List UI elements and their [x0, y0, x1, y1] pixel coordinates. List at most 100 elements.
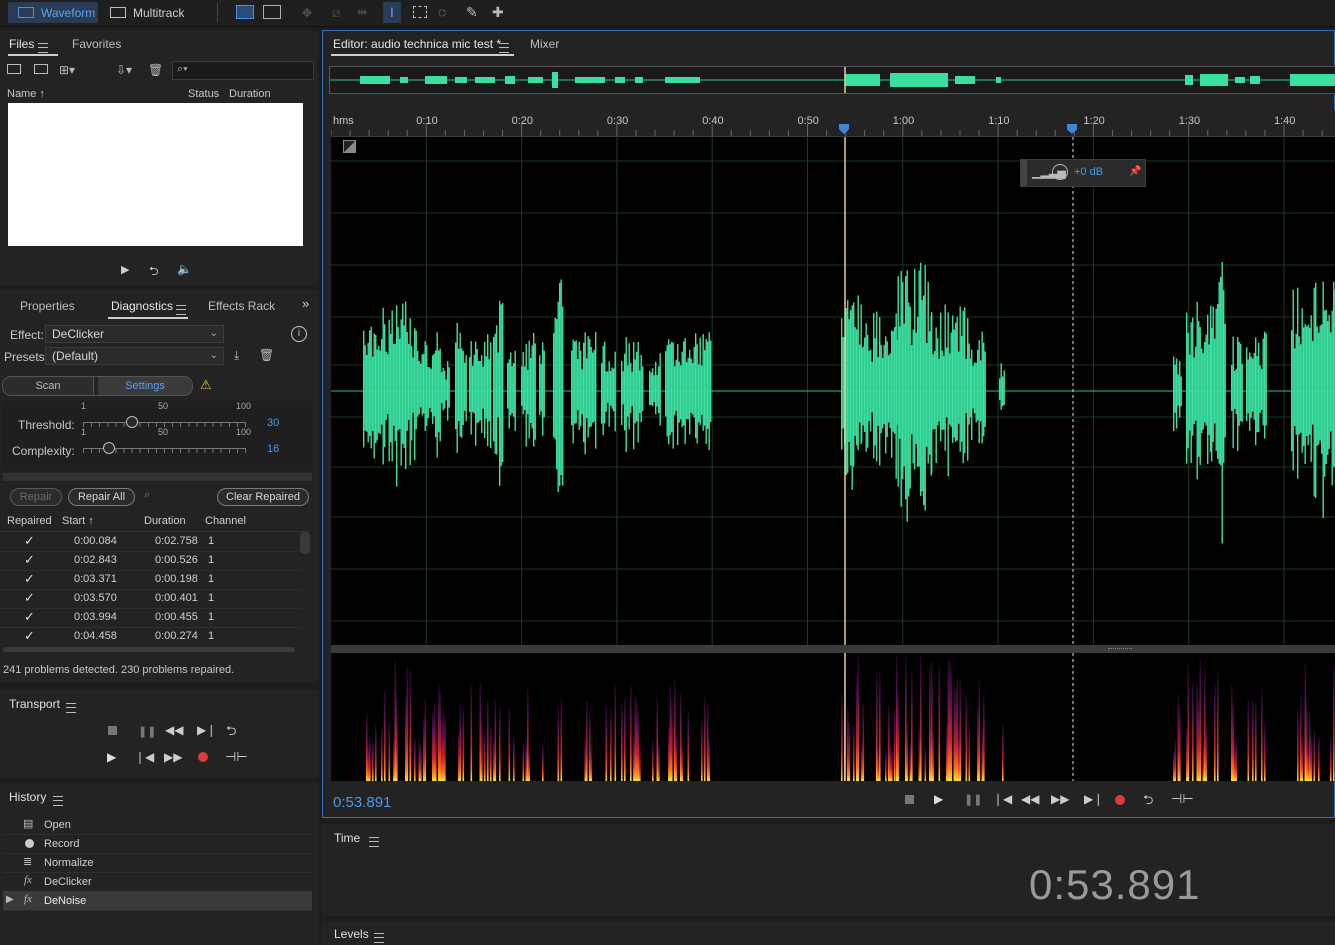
pin-icon[interactable]: 📌: [1129, 166, 1141, 177]
transport-menu-icon[interactable]: [66, 702, 76, 713]
spot-healing-brush-icon[interactable]: ✚: [492, 4, 504, 21]
skip-selection-icon[interactable]: ⊣⊢: [1171, 791, 1194, 807]
spectral-frequency-display-icon[interactable]: [236, 5, 254, 19]
threshold-value[interactable]: 30: [267, 417, 279, 429]
slip-tool-icon[interactable]: ⇹: [357, 5, 367, 19]
column-duration[interactable]: Duration: [229, 88, 271, 100]
view-splitter[interactable]: [331, 645, 1335, 653]
play-icon[interactable]: ▶: [107, 750, 116, 764]
skip-selection-icon[interactable]: ⊣⊢: [225, 749, 248, 765]
column-repaired[interactable]: Repaired: [7, 515, 52, 527]
diagnostics-menu-icon[interactable]: [176, 304, 186, 315]
history-item-normalize[interactable]: ≣ Normalize: [3, 853, 312, 873]
files-search-input[interactable]: ⌕▾: [172, 61, 314, 80]
tab-favorites[interactable]: Favorites: [72, 37, 121, 51]
multitrack-view-button[interactable]: Multitrack: [104, 2, 194, 23]
play-icon[interactable]: ▶: [934, 792, 943, 806]
table-row[interactable]: ✓ 0:03.371 0:00.198 1: [0, 570, 302, 590]
complexity-value[interactable]: 16: [267, 443, 279, 455]
history-item-open[interactable]: ▤ Open: [3, 815, 312, 835]
record-icon[interactable]: [198, 752, 208, 762]
column-status[interactable]: Status: [188, 88, 219, 100]
table-row[interactable]: ✓ 0:00.084 0:02.758 1: [0, 532, 302, 552]
play-preview-icon[interactable]: ▶: [121, 263, 129, 276]
pause-icon[interactable]: ❚❚: [138, 725, 156, 738]
tab-properties[interactable]: Properties: [20, 299, 75, 313]
tab-diagnostics[interactable]: Diagnostics: [111, 299, 173, 313]
spectral-display[interactable]: [331, 653, 1335, 781]
info-icon[interactable]: i: [291, 326, 307, 342]
gain-value[interactable]: +0 dB: [1074, 166, 1103, 178]
waveform-view-button[interactable]: Waveform: [8, 2, 98, 23]
column-name[interactable]: Name ↑: [7, 88, 45, 100]
files-menu-icon[interactable]: [38, 42, 48, 53]
marquee-selection-tool-icon[interactable]: [413, 6, 427, 18]
column-channel[interactable]: Channel: [205, 515, 246, 527]
skip-to-start-icon[interactable]: ❘◀: [135, 750, 154, 764]
skip-to-end-icon[interactable]: ▶❘: [1084, 792, 1103, 806]
clear-repaired-button[interactable]: Clear Repaired: [217, 488, 309, 506]
settings-button[interactable]: Settings: [98, 377, 192, 395]
loop-icon[interactable]: ⮌: [226, 722, 236, 744]
loop-preview-icon[interactable]: ⮌: [149, 262, 159, 283]
open-file-icon[interactable]: [7, 64, 21, 74]
editor-menu-icon[interactable]: [499, 42, 509, 53]
waveform-display[interactable]: ▁▂▃▅ +0 dB 📌: [331, 137, 1335, 645]
files-list[interactable]: [8, 103, 303, 246]
time-ruler[interactable]: hms 0:10 0:20 0:30 0:40 0:50 1:00 1:10 1:20 1:30…: [331, 110, 1335, 137]
settings-resize-handle[interactable]: [3, 473, 312, 481]
delete-preset-icon[interactable]: 🗑: [259, 348, 274, 362]
table-row[interactable]: ✓ 0:04.458 0:00.274 1: [0, 627, 302, 646]
table-row[interactable]: ✓ 0:03.570 0:00.401 1: [0, 589, 302, 609]
complexity-slider-thumb[interactable]: [103, 442, 115, 454]
save-preset-icon[interactable]: ⤓: [234, 348, 239, 363]
zoom-to-problem-icon[interactable]: ⌕: [144, 489, 150, 502]
current-time-display[interactable]: 0:53.891: [333, 794, 391, 811]
overview-navigator[interactable]: [329, 66, 1335, 94]
fast-forward-icon[interactable]: ▶▶: [164, 750, 182, 764]
razor-tool-icon[interactable]: ⧄: [332, 5, 340, 21]
table-row[interactable]: ✓ 0:03.994 0:00.455 1: [0, 608, 302, 628]
new-file-icon[interactable]: ⊞▾: [59, 63, 75, 77]
delete-file-icon[interactable]: 🗑: [148, 63, 163, 77]
repair-button[interactable]: Repair: [10, 488, 62, 506]
rewind-icon[interactable]: ◀◀: [165, 723, 183, 737]
column-start[interactable]: Start ↑: [62, 515, 94, 527]
lasso-tool-icon[interactable]: ◌: [438, 4, 446, 20]
column-duration[interactable]: Duration: [144, 515, 186, 527]
zoom-toggle-icon[interactable]: [343, 140, 356, 153]
tab-files[interactable]: Files: [9, 37, 34, 51]
record-icon[interactable]: [1115, 795, 1125, 805]
rewind-icon[interactable]: ◀◀: [1021, 792, 1039, 806]
warning-icon[interactable]: ⚠: [200, 377, 212, 393]
history-item-record[interactable]: Record: [3, 834, 312, 854]
time-selection-tool-icon[interactable]: I: [383, 2, 401, 23]
history-item-declicker[interactable]: fx DeClicker: [3, 872, 312, 892]
table-row[interactable]: ✓ 0:02.843 0:00.526 1: [0, 551, 302, 571]
history-menu-icon[interactable]: [53, 795, 63, 806]
tab-effects-rack[interactable]: Effects Rack: [208, 299, 275, 313]
skip-to-end-icon[interactable]: ▶❘: [197, 723, 216, 737]
fast-forward-icon[interactable]: ▶▶: [1051, 792, 1069, 806]
tab-mixer[interactable]: Mixer: [530, 37, 559, 51]
history-item-denoise[interactable]: ▶ fx DeNoise: [3, 891, 312, 911]
repair-all-button[interactable]: Repair All: [68, 488, 135, 506]
stop-icon[interactable]: [905, 795, 914, 804]
loop-icon[interactable]: ⮌: [1143, 791, 1153, 813]
time-menu-icon[interactable]: [369, 836, 379, 847]
problems-horizontal-scrollbar[interactable]: [3, 647, 295, 652]
spectral-pitch-display-icon[interactable]: [263, 5, 281, 19]
gain-knob-icon[interactable]: [1052, 164, 1068, 180]
brush-tool-icon[interactable]: ✎: [466, 4, 478, 21]
stop-icon[interactable]: [108, 726, 117, 735]
overflow-tabs-icon[interactable]: »: [302, 296, 309, 311]
import-file-icon[interactable]: [34, 64, 48, 74]
gain-hud[interactable]: ▁▂▃▅ +0 dB 📌: [1020, 159, 1146, 187]
skip-to-start-icon[interactable]: ❘◀: [993, 792, 1012, 806]
levels-menu-icon[interactable]: [374, 932, 384, 943]
move-tool-icon[interactable]: ✥: [302, 6, 312, 20]
effect-dropdown[interactable]: DeClicker ⌄: [45, 325, 224, 343]
autoplay-preview-icon[interactable]: 🔈: [177, 262, 192, 276]
tab-editor[interactable]: Editor: audio technica mic test *: [333, 37, 501, 51]
scan-button[interactable]: Scan: [3, 377, 94, 395]
